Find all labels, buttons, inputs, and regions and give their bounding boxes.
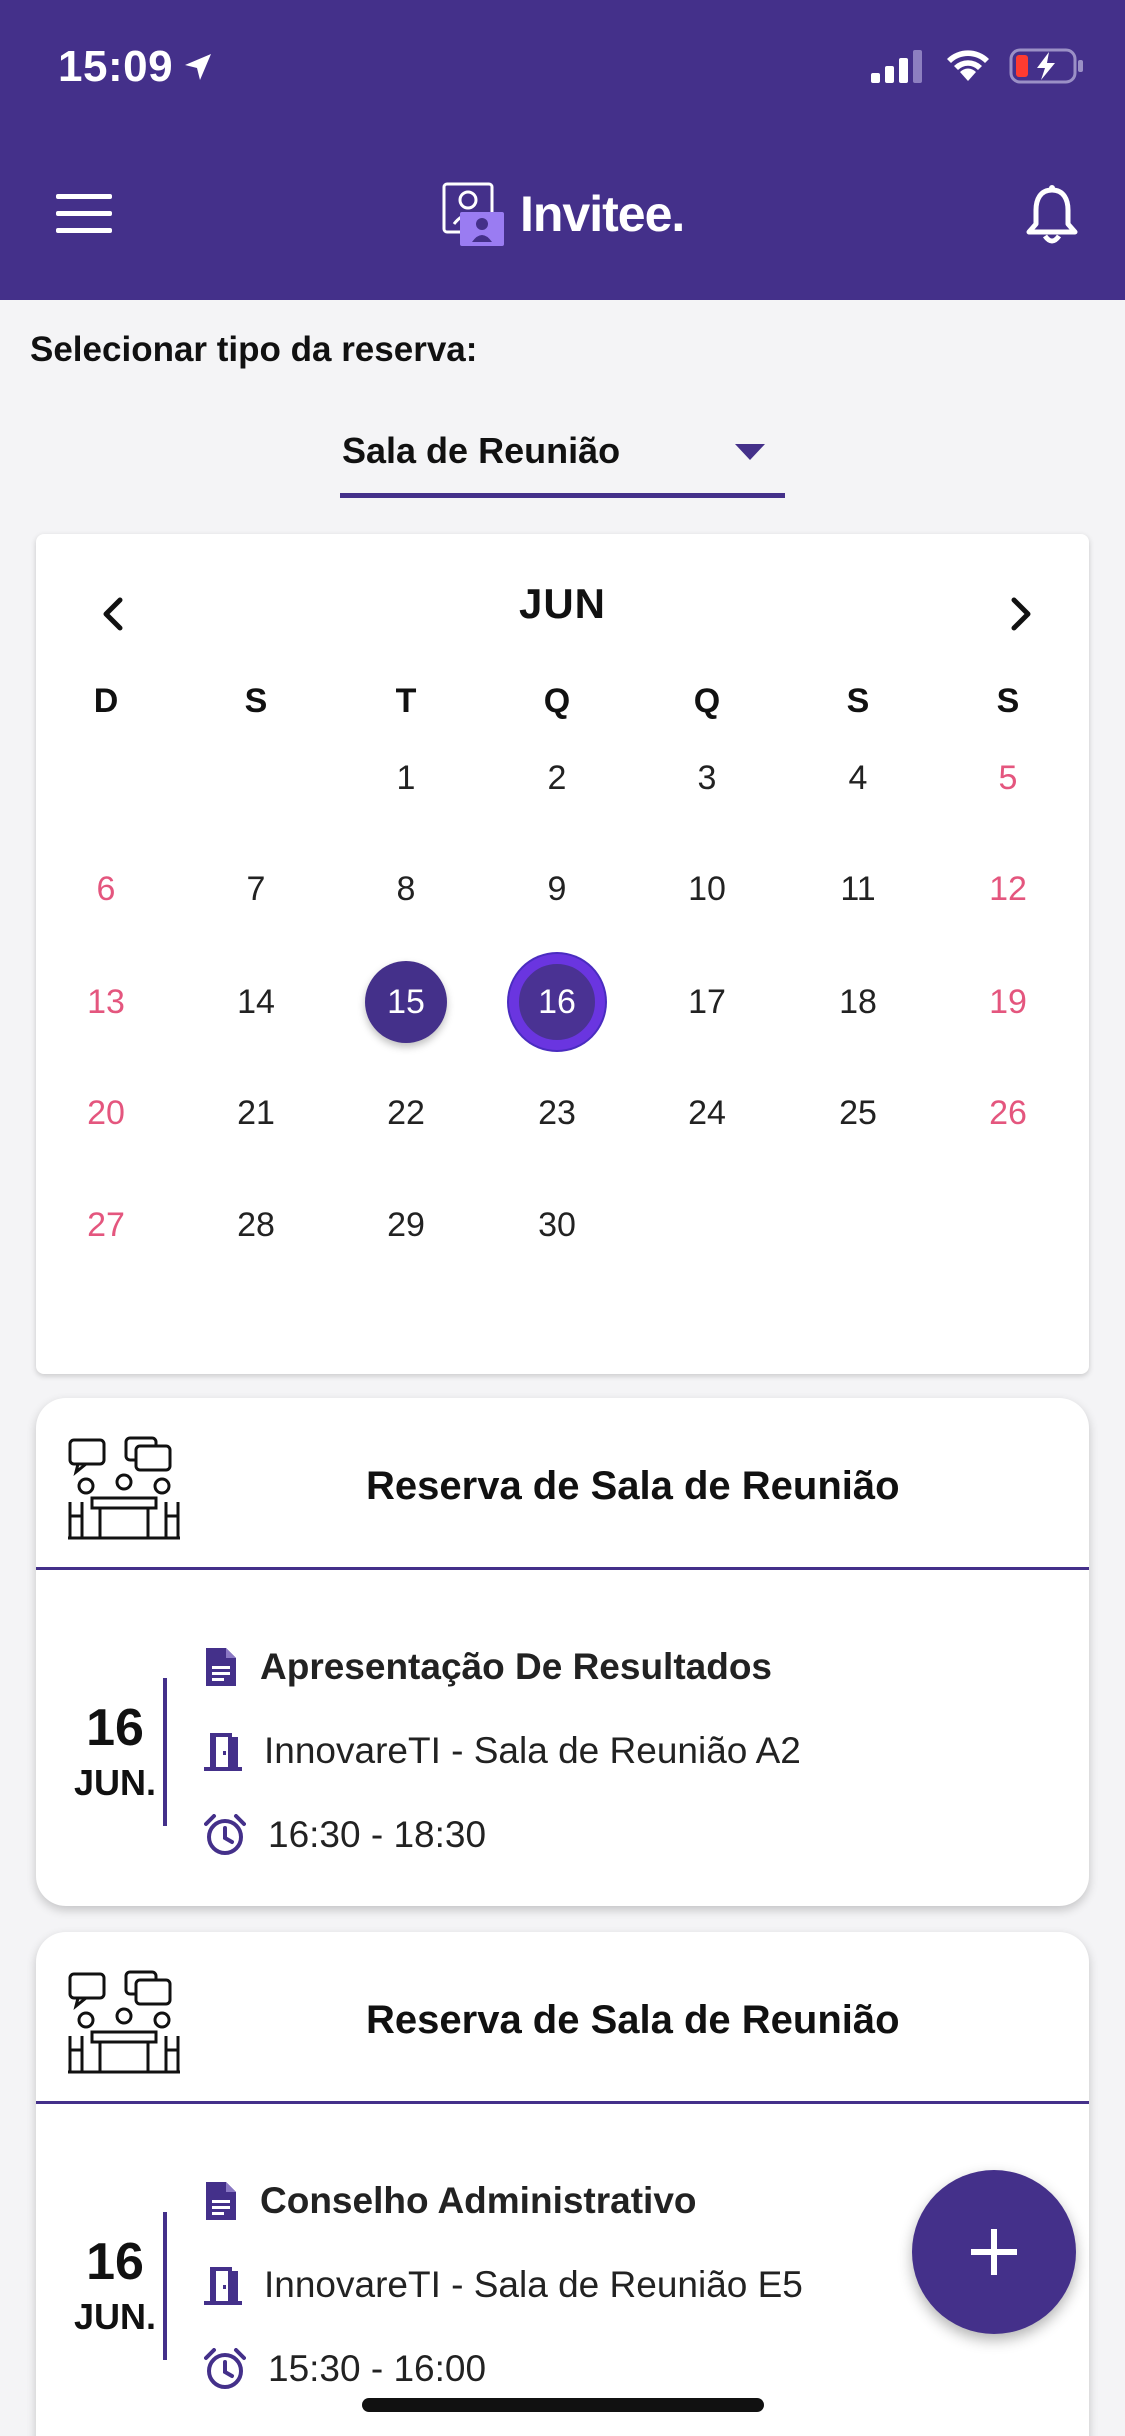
calendar-day[interactable]: 27 <box>58 1177 154 1273</box>
weekday-label: S <box>996 682 1020 720</box>
calendar-day[interactable]: 17 <box>659 954 755 1050</box>
status-indicators <box>871 48 1085 84</box>
reservation-time-row: 16:30 - 18:30 <box>204 1814 486 1856</box>
calendar-day[interactable]: 5 <box>960 730 1056 826</box>
calendar-day[interactable]: 14 <box>208 954 304 1050</box>
calendar-day[interactable]: 15 <box>365 961 447 1043</box>
wifi-icon <box>947 50 989 81</box>
reservation-card-title: Reserva de Sala de Reunião <box>366 1998 900 2042</box>
weekday-label: Q <box>543 682 571 720</box>
chevron-right-icon <box>1011 597 1031 631</box>
reservation-room-name: InnovareTI - Sala de Reunião E5 <box>264 2264 803 2305</box>
weekday-label: Q <box>693 682 721 720</box>
hamburger-icon-line <box>56 228 112 233</box>
app-logo: Invitee. <box>440 180 685 248</box>
reservation-day: 16 <box>86 2233 144 2291</box>
meeting-room-icon <box>68 1970 180 2074</box>
calendar-day[interactable]: 1 <box>358 730 454 826</box>
calendar-day[interactable]: 22 <box>358 1065 454 1161</box>
reservation-event-row: Conselho Administrativo <box>204 2180 697 2222</box>
calendar-day[interactable]: 18 <box>810 954 906 1050</box>
reservation-room-name: InnovareTI - Sala de Reunião A2 <box>264 1730 801 1771</box>
calendar-day[interactable]: 29 <box>358 1177 454 1273</box>
reservation-event-name: Conselho Administrativo <box>260 2180 697 2221</box>
app-header: 15:09 Invitee. <box>0 0 1125 300</box>
hamburger-icon <box>56 194 112 199</box>
weekday-label: D <box>93 682 119 720</box>
invitee-logo-icon <box>442 182 504 246</box>
notifications-button[interactable] <box>1024 184 1080 251</box>
reservation-day: 16 <box>86 1699 144 1757</box>
reservation-time: 16:30 - 18:30 <box>268 1814 487 1855</box>
location-arrow-icon <box>185 54 212 80</box>
calendar-day[interactable]: 28 <box>208 1177 304 1273</box>
door-icon <box>204 1733 242 1771</box>
calendar-day[interactable]: 19 <box>960 954 1056 1050</box>
reservation-time: 15:30 - 16:00 <box>268 2348 487 2389</box>
weekday-label: S <box>244 682 268 720</box>
chevron-down-icon <box>735 444 765 460</box>
meeting-room-icon <box>68 1436 180 1540</box>
next-month-button[interactable] <box>990 584 1050 644</box>
app-name: Invitee. <box>520 186 685 242</box>
battery-charging-icon <box>1009 48 1083 84</box>
calendar: JUN DSTQQSS 1 2 3 4 5 6 7 8 9 10 11 12 13 14 15 16 17 18 1… <box>36 534 1089 1374</box>
reservation-card-title: Reserva de Sala de Reunião <box>366 1464 900 1508</box>
calendar-day[interactable]: 4 <box>810 730 906 826</box>
add-reservation-button[interactable] <box>912 2170 1076 2334</box>
reservation-month: JUN. <box>73 2296 157 2337</box>
bell-icon <box>1026 185 1078 244</box>
calendar-day[interactable]: 3 <box>659 730 755 826</box>
menu-button[interactable] <box>56 194 112 234</box>
reservation-event-row: Apresentação De Resultados <box>204 1646 772 1688</box>
reservation-room-row: InnovareTI - Sala de Reunião A2 <box>204 1730 801 1772</box>
reservation-time-row: 15:30 - 16:00 <box>204 2348 486 2390</box>
calendar-day[interactable]: 7 <box>208 841 304 937</box>
calendar-day[interactable]: 13 <box>58 954 154 1050</box>
calendar-day[interactable]: 9 <box>509 841 605 937</box>
calendar-day[interactable]: 16 <box>509 954 605 1050</box>
calendar-month: JUN <box>518 580 607 627</box>
booking-type-value: Sala de Reunião <box>342 430 621 471</box>
reservation-date: 16 JUN. <box>50 2232 180 2338</box>
document-icon <box>206 1648 236 1686</box>
calendar-day[interactable]: 20 <box>58 1065 154 1161</box>
alarm-icon <box>204 1814 246 1855</box>
door-icon <box>204 2267 242 2305</box>
reservation-month: JUN. <box>73 1762 157 1803</box>
reservation-date: 16 JUN. <box>50 1698 180 1804</box>
booking-type-label: Selecionar tipo da reserva: <box>30 330 478 369</box>
status-time: 15:09 <box>58 42 213 92</box>
reservation-room-row: InnovareTI - Sala de Reunião E5 <box>204 2264 803 2306</box>
date-divider <box>163 1678 167 1826</box>
calendar-day[interactable]: 12 <box>960 841 1056 937</box>
calendar-day[interactable]: 8 <box>358 841 454 937</box>
calendar-day[interactable]: 25 <box>810 1065 906 1161</box>
calendar-day[interactable]: 21 <box>208 1065 304 1161</box>
calendar-day[interactable]: 10 <box>659 841 755 937</box>
calendar-day[interactable]: 6 <box>58 841 154 937</box>
reservation-card[interactable]: Reserva de Sala de Reunião 16 JUN. Conse… <box>36 1932 1089 2436</box>
calendar-day[interactable]: 30 <box>509 1177 605 1273</box>
weekday-label: S <box>846 682 870 720</box>
hamburger-icon-line <box>56 211 112 216</box>
calendar-day[interactable]: 11 <box>810 841 906 937</box>
reservation-card-header: Reserva de Sala de Reunião <box>36 1932 1089 2104</box>
reservation-event-name: Apresentação De Resultados <box>260 1646 773 1687</box>
reservation-card[interactable]: Reserva de Sala de Reunião 16 JUN. Apres… <box>36 1398 1089 1906</box>
booking-type-select[interactable]: Sala de Reunião <box>340 420 785 498</box>
status-time-text: 15:09 <box>58 42 174 91</box>
calendar-day[interactable]: 2 <box>509 730 605 826</box>
weekday-label: T <box>395 682 417 720</box>
reservation-card-header: Reserva de Sala de Reunião <box>36 1398 1089 1570</box>
document-icon <box>206 2182 236 2220</box>
alarm-icon <box>204 2348 246 2389</box>
home-indicator[interactable] <box>362 2398 764 2412</box>
calendar-day[interactable]: 23 <box>509 1065 605 1161</box>
calendar-day[interactable]: 24 <box>659 1065 755 1161</box>
date-divider <box>163 2212 167 2360</box>
calendar-day[interactable]: 26 <box>960 1065 1056 1161</box>
signal-icon <box>871 50 922 83</box>
